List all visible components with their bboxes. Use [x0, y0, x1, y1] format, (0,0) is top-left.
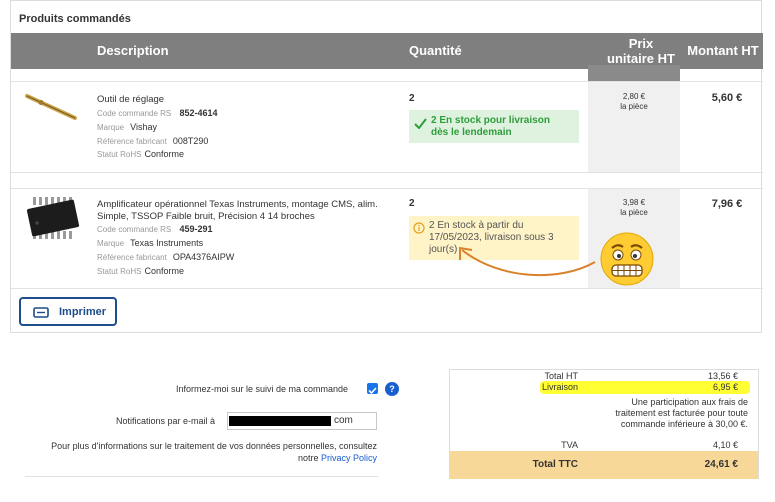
line-total: 5,60 € — [711, 92, 743, 104]
total-ttc-value: 24,61 € — [704, 459, 738, 470]
table-header: Description Quantité Prix unitaire HT Mo… — [11, 33, 763, 101]
help-icon[interactable]: ? — [385, 382, 399, 396]
follow-order-label: Informez-moi sur le suivi de ma commande — [176, 384, 349, 394]
follow-order-checkbox[interactable] — [367, 383, 378, 395]
stock-line1: 2 En stock à partir du — [429, 220, 524, 231]
header-description: Description — [97, 43, 169, 58]
product-name-line2: Simple, TSSOP Faible bruit, Précision 4 … — [97, 211, 315, 222]
product-name: Outil de réglage — [97, 94, 165, 105]
note-line3: commande inférieure à 30,00 €. — [620, 419, 748, 429]
quantity: 2 — [409, 198, 415, 209]
stock-status-badge: 2 En stock pour livraison dès le lendema… — [409, 110, 579, 143]
adjustment-tool-image — [25, 94, 77, 120]
total-ht-value: 13,56 € — [707, 371, 738, 381]
grimace-emoji-icon — [600, 232, 654, 286]
unit-label: la pièce — [620, 208, 648, 217]
ic-chip-image — [27, 197, 80, 239]
quantity: 2 — [409, 93, 415, 104]
email-redaction — [229, 416, 331, 426]
header-quantity: Quantité — [409, 43, 462, 58]
email-suffix: com — [334, 415, 353, 426]
order-totals: Total HT 13,56 € Livraison 6,95 € Une pa… — [449, 369, 759, 479]
delivery-note: Une participation aux frais de traitemen… — [588, 397, 748, 430]
print-button-label: Imprimer — [59, 305, 107, 318]
tva-label: TVA — [561, 440, 578, 450]
table-row: Outil de réglage Code commande RS 852-46… — [11, 81, 763, 173]
print-button[interactable]: Imprimer — [19, 297, 117, 326]
unit-price: 2,80 € la pièce — [588, 92, 680, 112]
delivery-label: Livraison — [541, 382, 578, 392]
rohs-status: Statut RoHS Conforme — [97, 266, 184, 276]
product-name: Amplificateur opérationnel Texas Instrum… — [97, 199, 378, 223]
total-ttc-row: Total TTC 24,61 € — [450, 451, 758, 479]
privacy-line1: Pour plus d'informations sur le traiteme… — [51, 441, 377, 451]
email-label: Notifications par e-mail à — [116, 416, 216, 426]
stock-line1: 2 En stock pour livraison — [431, 115, 550, 126]
brand: Marque Texas Instruments — [97, 238, 204, 248]
rohs-status: Statut RoHS Conforme — [97, 149, 184, 159]
product-name-line1: Amplificateur opérationnel Texas Instrum… — [97, 199, 378, 210]
delivery-value: 6,95 € — [712, 382, 738, 392]
privacy-notice: Pour plus d'informations sur le traiteme… — [30, 440, 377, 464]
manufacturer-ref: Référence fabricant 008T290 — [97, 136, 209, 146]
curved-arrow-icon — [459, 246, 596, 277]
privacy-policy-link[interactable]: Privacy Policy — [321, 453, 377, 463]
divider — [25, 476, 378, 477]
printer-icon — [33, 306, 49, 318]
unit-price: 3,98 € la pièce — [588, 198, 680, 218]
unit-label: la pièce — [620, 102, 648, 111]
header-total: Montant HT — [687, 43, 759, 58]
note-line2: traitement est facturée pour toute — [615, 408, 748, 418]
tva-value: 4,10 € — [712, 440, 738, 450]
check-icon — [414, 118, 427, 129]
order-code: Code commande RS 852-4614 — [97, 108, 218, 118]
total-ttc-label: Total TTC — [532, 459, 578, 470]
line-total: 7,96 € — [711, 198, 743, 210]
order-code: Code commande RS 459-291 — [97, 224, 213, 234]
checkbox-check-icon — [368, 387, 377, 395]
manufacturer-ref: Référence fabricant OPA4376AIPW — [97, 252, 235, 262]
privacy-prefix: notre — [297, 453, 319, 463]
total-ht-label: Total HT — [544, 371, 578, 381]
privacy-line2: notre Privacy Policy — [30, 452, 377, 464]
section-title: Produits commandés — [19, 13, 131, 25]
header-unit-price: Prix unitaire HT — [591, 36, 691, 66]
note-line1: Une participation aux frais de — [631, 397, 748, 407]
stock-line2: dès le lendemain — [431, 127, 512, 138]
unit-price-value: 2,80 € — [622, 92, 646, 101]
unit-price-value: 3,98 € — [622, 198, 646, 207]
header-unit-price-line1: Prix — [628, 36, 654, 51]
brand: Marque Vishay — [97, 122, 157, 132]
header-unit-price-line2: unitaire HT — [607, 51, 675, 66]
info-icon — [413, 222, 425, 234]
